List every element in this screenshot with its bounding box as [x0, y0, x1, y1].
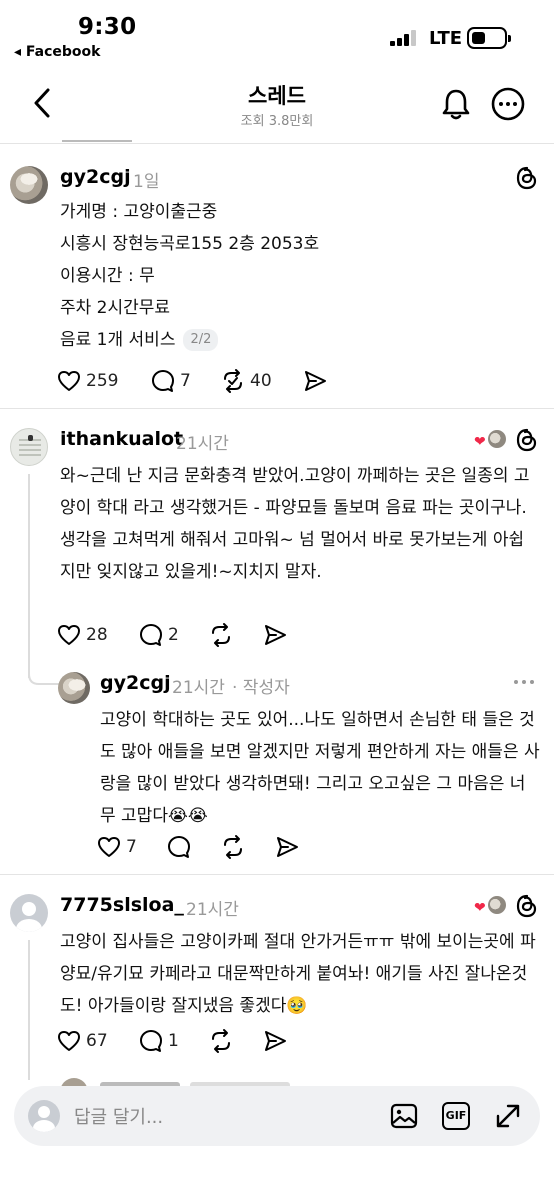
- scrolled-text-remnant: [62, 134, 182, 146]
- post-line: 음료 1개 서비스: [60, 330, 176, 350]
- more-icon[interactable]: [490, 86, 526, 122]
- repost-button[interactable]: [220, 832, 246, 862]
- post-line: 시흥시 장현능곡로155 2층 2053호: [60, 234, 320, 254]
- post-username[interactable]: gy2cgj: [60, 166, 131, 188]
- like-count: 259: [86, 371, 119, 391]
- post-time: 1일: [133, 172, 160, 192]
- like-button[interactable]: 67: [56, 1026, 108, 1056]
- comment-body: 고양이 집사들은 고양이카페 절대 안가거든ㅠㅠ 밖에 보이는곳에 파양묘/유기…: [60, 932, 536, 1016]
- more-icon[interactable]: [514, 678, 538, 686]
- comment-button[interactable]: 1: [138, 1026, 179, 1056]
- post-line: 가게명 : 고양이출근중: [60, 202, 218, 222]
- reply-username[interactable]: gy2cgj: [100, 672, 171, 694]
- comment-actions: 67 1: [56, 1026, 316, 1056]
- like-count: 67: [86, 1031, 108, 1051]
- post-line: 이용시간 : 무: [60, 266, 155, 286]
- comment-count: 1: [168, 1031, 179, 1051]
- post-body: 가게명 : 고양이출근중 시흥시 장현능곡로155 2층 2053호 이용시간 …: [60, 196, 319, 356]
- gif-button[interactable]: GIF: [442, 1102, 470, 1130]
- repost-button[interactable]: [208, 1026, 234, 1056]
- expand-icon[interactable]: [492, 1100, 524, 1132]
- comment-time: 21시간: [186, 900, 239, 920]
- repost-icon: [224, 369, 242, 393]
- comment-body: 와~근데 난 지금 문화충격 받았어.고양이 까페하는 곳은 일종의 고양이 학…: [60, 466, 530, 582]
- heart-icon: [98, 837, 120, 857]
- comment-actions: 28 2: [56, 620, 316, 650]
- share-icon: [277, 837, 298, 857]
- like-button[interactable]: 7: [96, 832, 137, 862]
- avatar[interactable]: [10, 428, 48, 466]
- like-count: 28: [86, 625, 108, 645]
- heart-icon: [58, 625, 80, 645]
- repost-button[interactable]: 40: [220, 366, 272, 396]
- back-to-facebook-link[interactable]: ◂ Facebook: [14, 44, 100, 60]
- status-bar: 9:30 ◂ Facebook LTE: [0, 0, 554, 70]
- threads-icon[interactable]: [514, 427, 540, 453]
- reply-actions: 7: [96, 832, 316, 862]
- post-line-last: 음료 1개 서비스 2/2: [60, 324, 319, 356]
- divider: [0, 408, 554, 409]
- battery-level: [472, 32, 485, 44]
- comment-username[interactable]: 7775slsloa_: [60, 894, 184, 916]
- comment-count: 2: [168, 625, 179, 645]
- thread-connector: [28, 664, 60, 685]
- comment-time: 21시간: [176, 434, 229, 454]
- avatar[interactable]: [58, 672, 90, 704]
- avatar: [28, 1100, 60, 1132]
- thread-line: [28, 474, 30, 678]
- signal-icon: [390, 30, 420, 46]
- reply-bar[interactable]: 답글 달기... GIF: [14, 1086, 540, 1146]
- threads-icon[interactable]: [514, 165, 540, 191]
- comment-icon: [140, 1030, 162, 1052]
- repost-button[interactable]: [208, 620, 234, 650]
- avatar[interactable]: [10, 166, 48, 204]
- post-actions: 259 7 40: [56, 366, 356, 396]
- reply-time: 21시간: [172, 678, 225, 698]
- share-button[interactable]: [274, 832, 300, 862]
- reply-input[interactable]: 답글 달기...: [74, 1103, 163, 1129]
- share-button[interactable]: [262, 620, 288, 650]
- thread-line: [28, 940, 30, 1080]
- like-button[interactable]: 28: [56, 620, 108, 650]
- comment-icon: [140, 624, 162, 646]
- repost-icon: [224, 835, 242, 859]
- reply-body: 고양이 학대하는 곳도 있어...나도 일하면서 손님한 태 들은 것도 많아 …: [100, 710, 540, 826]
- network-type: LTE: [429, 28, 463, 49]
- comment-icon: [152, 370, 174, 392]
- author-liked-badge: ❤: [474, 894, 508, 916]
- battery-icon: [467, 27, 511, 49]
- avatar[interactable]: [10, 894, 48, 932]
- share-icon: [305, 371, 326, 391]
- threads-icon[interactable]: [514, 893, 540, 919]
- status-time: 9:30: [78, 14, 137, 40]
- comment-count: 7: [180, 371, 191, 391]
- divider: [0, 874, 554, 875]
- repost-icon: [212, 1029, 230, 1053]
- image-icon[interactable]: [388, 1100, 420, 1132]
- heart-icon: [58, 1031, 80, 1051]
- comment-button[interactable]: 2: [138, 620, 179, 650]
- repost-count: 40: [250, 371, 272, 391]
- comment-icon: [168, 836, 190, 858]
- author-tag: · 작성자: [232, 678, 290, 698]
- page-indicator: 2/2: [183, 329, 219, 351]
- share-button[interactable]: [302, 366, 328, 396]
- comment-button[interactable]: 7: [150, 366, 191, 396]
- comment-username[interactable]: ithankualot: [60, 428, 183, 450]
- repost-icon: [212, 623, 230, 647]
- bell-icon[interactable]: [438, 86, 474, 122]
- post-line: 주차 2시간무료: [60, 298, 171, 318]
- like-button[interactable]: 259: [56, 366, 118, 396]
- author-liked-badge: ❤: [474, 428, 508, 450]
- share-icon: [265, 625, 286, 645]
- like-count: 7: [126, 837, 137, 857]
- share-button[interactable]: [262, 1026, 288, 1056]
- comment-button[interactable]: [166, 832, 192, 862]
- heart-icon: [58, 371, 80, 391]
- share-icon: [265, 1031, 286, 1051]
